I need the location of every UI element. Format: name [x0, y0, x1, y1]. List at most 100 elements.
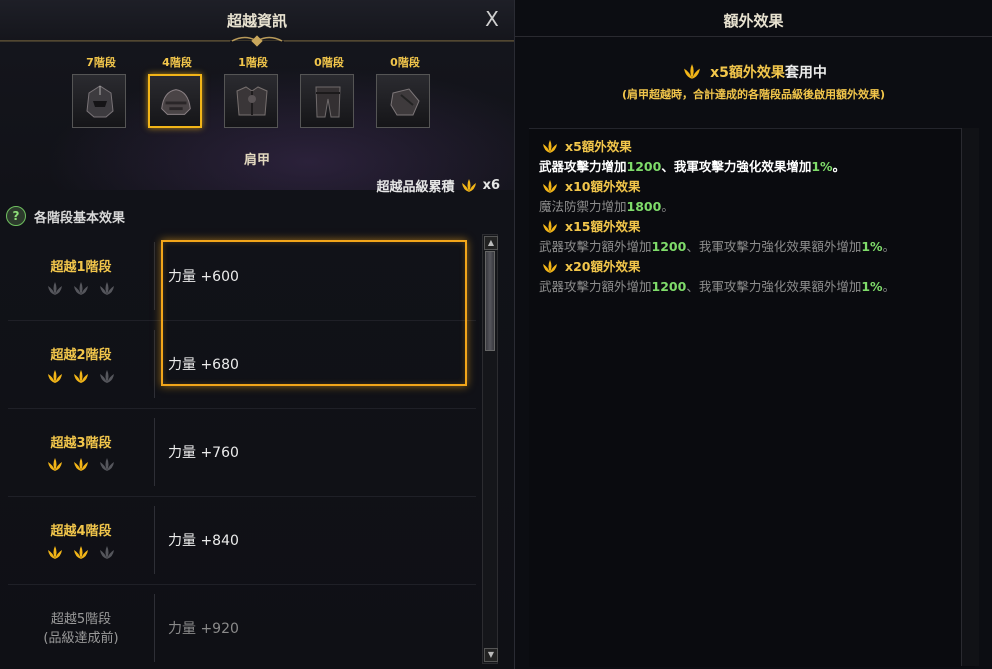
lotus-icon	[543, 140, 557, 153]
extra-effect-name: x15額外效果	[565, 219, 641, 234]
helmet-icon	[72, 74, 126, 128]
stage-list-scrollbar[interactable]: ▲ ▼	[482, 234, 498, 664]
extra-effects-panel: 額外效果 x5額外效果套用中 (肩甲超越時，合計達成的各階段品級後啟用額外效果)…	[515, 0, 992, 669]
basic-effects-title: 各階段基本效果	[34, 210, 126, 226]
lotus-icon	[461, 178, 476, 192]
cumulative-grade: 超越品級累積 x6	[377, 176, 500, 195]
stage-info: 超越4階段	[8, 496, 154, 584]
effect-text: 武器攻擊力增加	[539, 159, 627, 174]
extra-effect-desc: 武器攻擊力額外增加1200、我軍攻擊力強化效果額外增加1%。	[539, 237, 975, 257]
effect-text: 、我軍攻擊力強化效果額外增加	[686, 239, 862, 254]
scroll-down-arrow-icon[interactable]: ▼	[484, 648, 498, 662]
lotus-lit-icon	[48, 546, 62, 559]
current-stage-highlight	[161, 240, 467, 386]
help-icon[interactable]: ?	[6, 206, 26, 226]
extra-effect-desc: 武器攻擊力增加1200、我軍攻擊力強化效果增加1%。	[539, 157, 975, 177]
stage-row: 超越3階段力量 +760	[8, 408, 476, 497]
lotus-unlit-icon	[100, 546, 114, 559]
grade-flowers	[8, 281, 154, 297]
gear-stage-label: 0階段	[314, 56, 344, 69]
effects-scrollbar[interactable]	[961, 128, 979, 666]
effect-number: 1800	[626, 199, 662, 214]
extra-effect-head: x5額外效果	[539, 137, 975, 157]
lotus-unlit-icon	[48, 282, 62, 295]
stage-label: 超越2階段	[50, 348, 112, 363]
extra-effect-name: x20額外效果	[565, 259, 641, 274]
stage-label: 超越5階段	[50, 612, 112, 627]
scroll-up-arrow-icon[interactable]: ▲	[484, 236, 498, 250]
selected-part-name: 肩甲	[243, 153, 270, 168]
extra-effect-head: x10額外效果	[539, 177, 975, 197]
shoulder-armor-icon	[148, 74, 202, 128]
active-effect-state: 套用中	[784, 65, 827, 81]
lotus-lit-icon	[48, 370, 62, 383]
effect-number: 1200	[651, 239, 687, 254]
effect-text: 。	[832, 159, 846, 174]
effect-number: 1%	[811, 159, 833, 174]
stage-label: 超越1階段	[50, 260, 112, 275]
effect-number: 1200	[651, 279, 687, 294]
stage-effect-value: 力量 +840	[168, 533, 239, 549]
cumulative-count: x6	[482, 178, 500, 193]
lotus-lit-icon	[74, 370, 88, 383]
lotus-unlit-icon	[100, 458, 114, 471]
extra-effect-desc: 武器攻擊力額外增加1200、我軍攻擊力強化效果額外增加1%。	[539, 277, 975, 297]
stage-effect-value: 力量 +760	[168, 445, 239, 461]
extra-effect-item: x5額外效果武器攻擊力增加1200、我軍攻擊力強化效果增加1%。	[539, 137, 975, 177]
transcendence-info-panel: 超越資訊 X 7階段 4階段 1階段 0階段 0階段 肩甲 超越品級累積 x6 …	[0, 0, 515, 669]
cumulative-label: 超越品級累積	[376, 180, 455, 195]
gear-stage-label: 4階段	[162, 56, 192, 69]
gear-stage-label: 0階段	[390, 56, 420, 69]
basic-effects-header: ? 各階段基本效果	[6, 204, 125, 228]
row-divider	[154, 418, 155, 486]
gear-slot-pants[interactable]: 0階段	[300, 54, 358, 128]
effect-text: 。	[882, 239, 896, 254]
gear-slot-helmet[interactable]: 7階段	[72, 54, 130, 128]
effect-text: 、我軍攻擊力強化效果額外增加	[686, 279, 862, 294]
gear-slot-shoulder[interactable]: 4階段	[148, 54, 206, 128]
extra-effect-head: x15額外效果	[539, 217, 975, 237]
gear-stage-label: 1階段	[238, 56, 268, 69]
gloves-icon	[376, 74, 430, 128]
extra-effect-item: x20額外效果武器攻擊力額外增加1200、我軍攻擊力強化效果額外增加1%。	[539, 257, 975, 297]
stage-info: 超越3階段	[8, 408, 154, 496]
lotus-icon	[543, 220, 557, 233]
extra-effect-desc: 魔法防禦力增加1800。	[539, 197, 975, 217]
stage-sub-label: (品級達成前)	[43, 631, 119, 646]
extra-effect-name: x5額外效果	[565, 139, 632, 154]
extra-effect-item: x15額外效果武器攻擊力額外增加1200、我軍攻擊力強化效果額外增加1%。	[539, 217, 975, 257]
close-button[interactable]: X	[480, 7, 504, 31]
stage-label: 超越3階段	[50, 436, 112, 451]
effect-text: 魔法防禦力增加	[539, 199, 627, 214]
gear-slot-gloves[interactable]: 0階段	[376, 54, 434, 128]
lotus-icon	[543, 180, 557, 193]
effect-text: 。	[661, 199, 674, 214]
scroll-thumb[interactable]	[485, 251, 495, 351]
stage-info: 超越1階段	[8, 232, 154, 320]
active-effect-status: x5額外效果套用中	[515, 62, 992, 82]
stage-info: 超越2階段	[8, 320, 154, 408]
extra-effect-name: x10額外效果	[565, 179, 641, 194]
gear-slot-chest[interactable]: 1階段	[224, 54, 282, 128]
lotus-lit-icon	[48, 458, 62, 471]
effect-text: 武器攻擊力額外增加	[539, 239, 652, 254]
stage-info: 超越5階段 (品級達成前)	[8, 584, 154, 669]
row-divider	[154, 330, 155, 398]
gear-stage-label: 7階段	[86, 56, 116, 69]
chest-armor-icon	[224, 74, 278, 128]
effects-list: x5額外效果 武器攻擊力增加1200、我軍攻擊力強化效果增加1%。 x10額外效果魔…	[529, 128, 975, 667]
stage-row: 超越4階段 力量 +840	[8, 496, 476, 585]
effect-number: 1%	[861, 239, 883, 254]
lotus-unlit-icon	[100, 370, 114, 383]
lotus-icon	[543, 260, 557, 273]
grade-flowers	[8, 545, 154, 561]
title-ornament	[0, 35, 514, 47]
lotus-lit-icon	[74, 546, 88, 559]
effect-text: 武器攻擊力額外增加	[539, 279, 652, 294]
effect-text: 、我軍攻擊力強化效果增加	[661, 159, 812, 174]
stage-row: 超越5階段 (品級達成前) 力量 +920	[8, 584, 476, 669]
row-divider	[154, 594, 155, 662]
panel-title: 超越資訊	[226, 12, 287, 30]
grade-flowers	[8, 369, 154, 385]
title-divider	[515, 36, 992, 37]
